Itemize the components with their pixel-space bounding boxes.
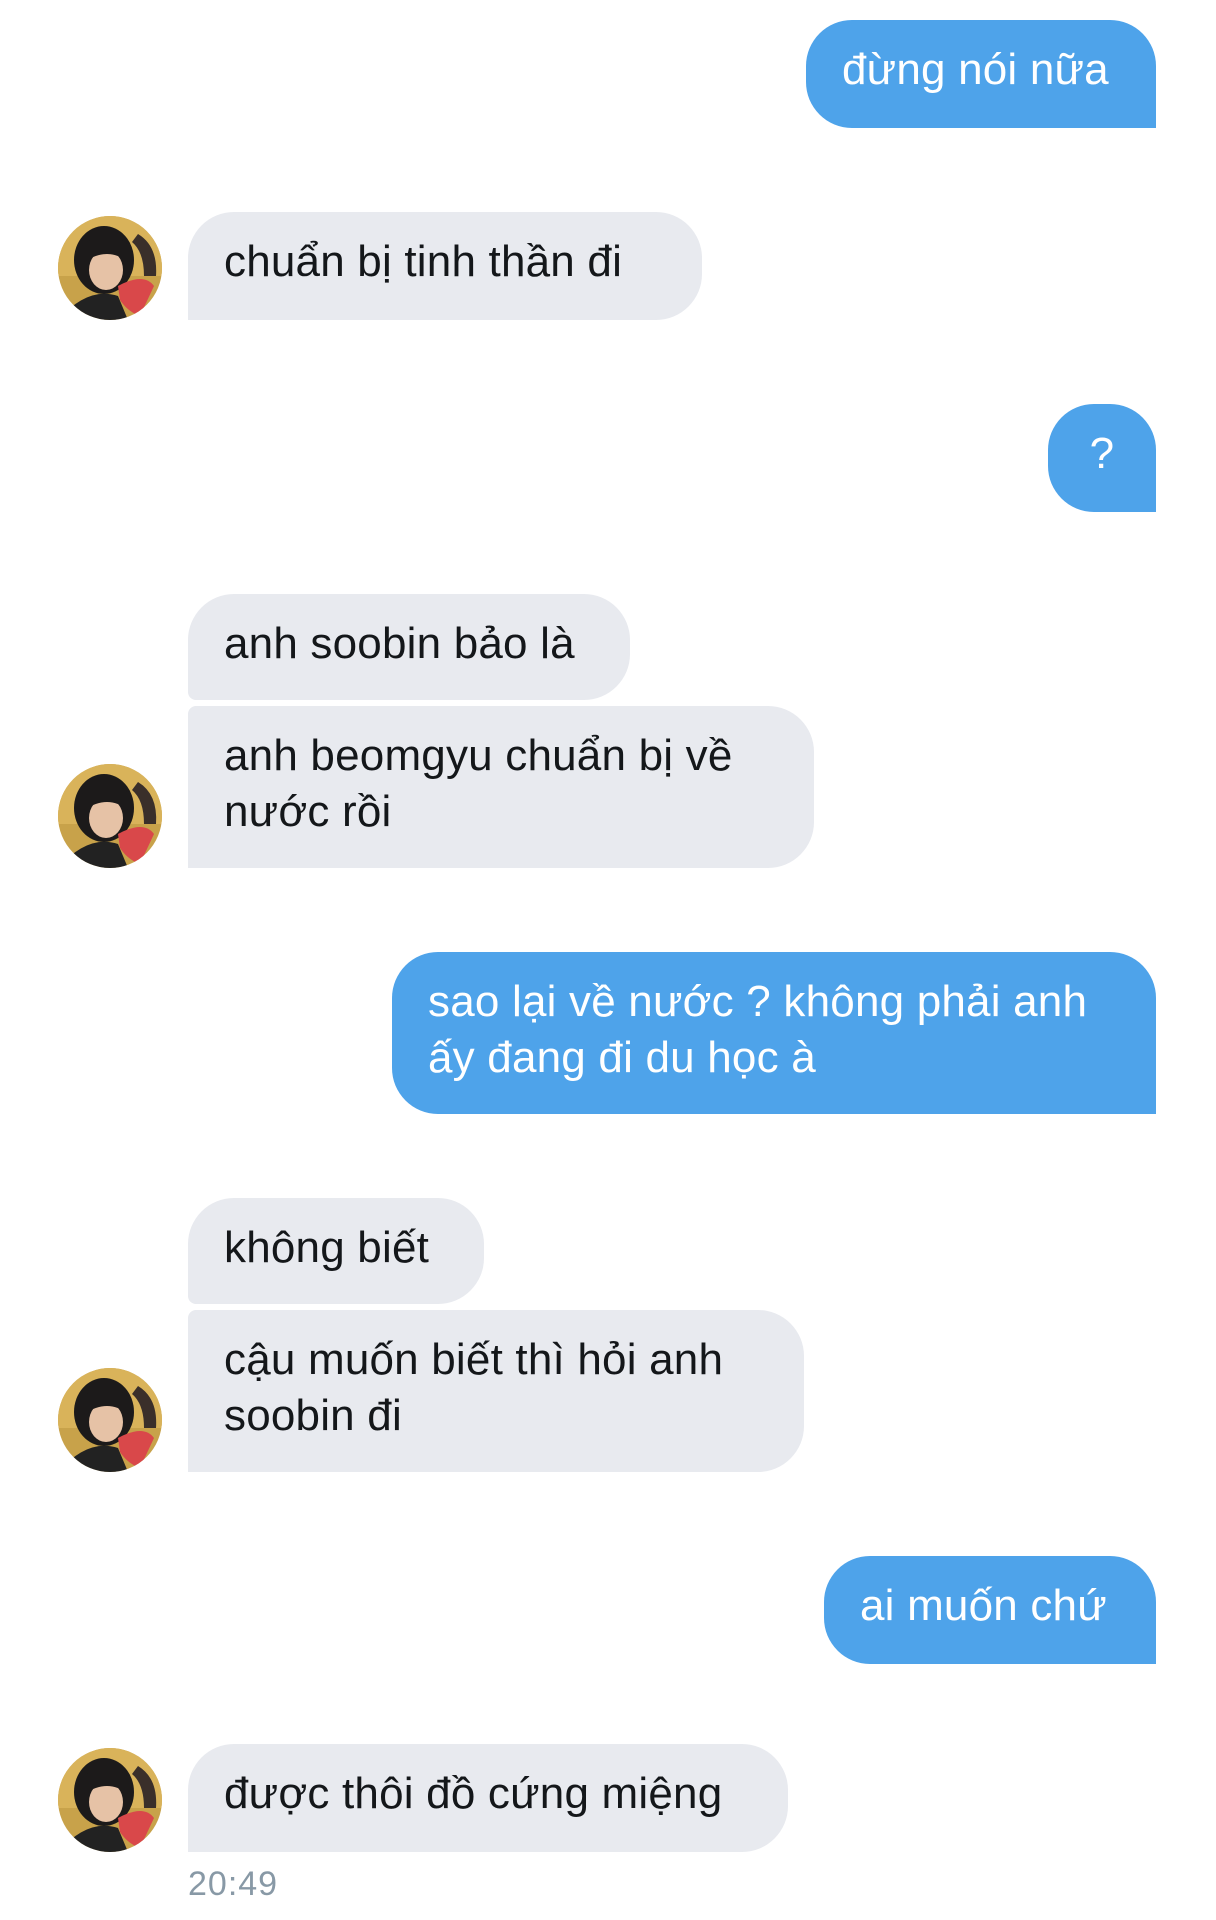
avatar-photo-icon — [58, 764, 162, 868]
contact-avatar[interactable] — [58, 764, 162, 868]
message-bubble-outgoing[interactable]: sao lại về nước ? không phải anh ấy đang… — [392, 952, 1156, 1114]
message-bubble-incoming[interactable]: được thôi đồ cứng miệng — [188, 1744, 788, 1852]
message-bubble-incoming[interactable]: anh beomgyu chuẩn bị về nước rồi — [188, 706, 814, 868]
message-bubble-outgoing[interactable]: ai muốn chứ — [824, 1556, 1156, 1664]
message-bubble-incoming[interactable]: anh soobin bảo là — [188, 594, 630, 700]
chat-thread: đừng nói nữa chuẩn bị tinh thần đi ? anh… — [0, 0, 1216, 1920]
message-bubble-outgoing[interactable]: đừng nói nữa — [806, 20, 1156, 128]
contact-avatar[interactable] — [58, 1368, 162, 1472]
message-bubble-incoming[interactable]: không biết — [188, 1198, 484, 1304]
contact-avatar[interactable] — [58, 1748, 162, 1852]
message-bubble-outgoing[interactable]: ? — [1048, 404, 1156, 512]
avatar-photo-icon — [58, 1368, 162, 1472]
message-bubble-incoming[interactable]: chuẩn bị tinh thần đi — [188, 212, 702, 320]
contact-avatar[interactable] — [58, 216, 162, 320]
message-bubble-incoming[interactable]: cậu muốn biết thì hỏi anh soobin đi — [188, 1310, 804, 1472]
avatar-photo-icon — [58, 1748, 162, 1852]
message-timestamp: 20:49 — [188, 1865, 279, 1903]
avatar-photo-icon — [58, 216, 162, 320]
